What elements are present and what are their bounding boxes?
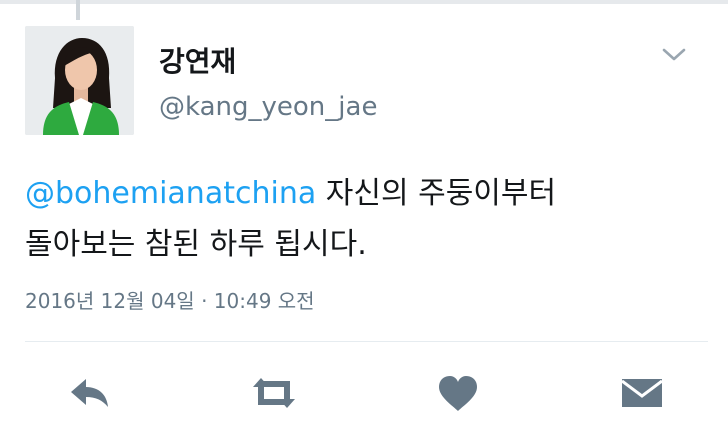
- display-name[interactable]: 강연재: [159, 40, 236, 80]
- avatar-portrait: [25, 26, 134, 135]
- thread-line: [76, 0, 80, 20]
- avatar[interactable]: [25, 26, 134, 135]
- direct-message-button[interactable]: [617, 368, 667, 418]
- top-border: [0, 0, 728, 4]
- chevron-down-icon[interactable]: [661, 44, 687, 64]
- reply-button[interactable]: [65, 368, 115, 418]
- tweet-text: @bohemianatchina 자신의 주둥이부터 돌아보는 참된 하루 됩시…: [25, 168, 715, 270]
- tweet-line-1-text: 자신의 주둥이부터: [316, 176, 557, 211]
- user-handle[interactable]: @kang_yeon_jae: [159, 92, 377, 122]
- tweet-line-1: @bohemianatchina 자신의 주둥이부터: [25, 168, 715, 219]
- like-button[interactable]: [433, 368, 483, 418]
- envelope-icon: [621, 379, 663, 407]
- retweet-icon: [253, 378, 295, 408]
- tweet-line-2: 돌아보는 참된 하루 됩시다.: [25, 227, 367, 262]
- reply-arrow-icon: [71, 379, 108, 407]
- divider: [25, 341, 708, 342]
- timestamp[interactable]: 2016년 12월 04일 · 10:49 오전: [25, 285, 315, 314]
- heart-icon: [439, 376, 477, 411]
- retweet-button[interactable]: [249, 368, 299, 418]
- mention-link[interactable]: @bohemianatchina: [25, 176, 316, 211]
